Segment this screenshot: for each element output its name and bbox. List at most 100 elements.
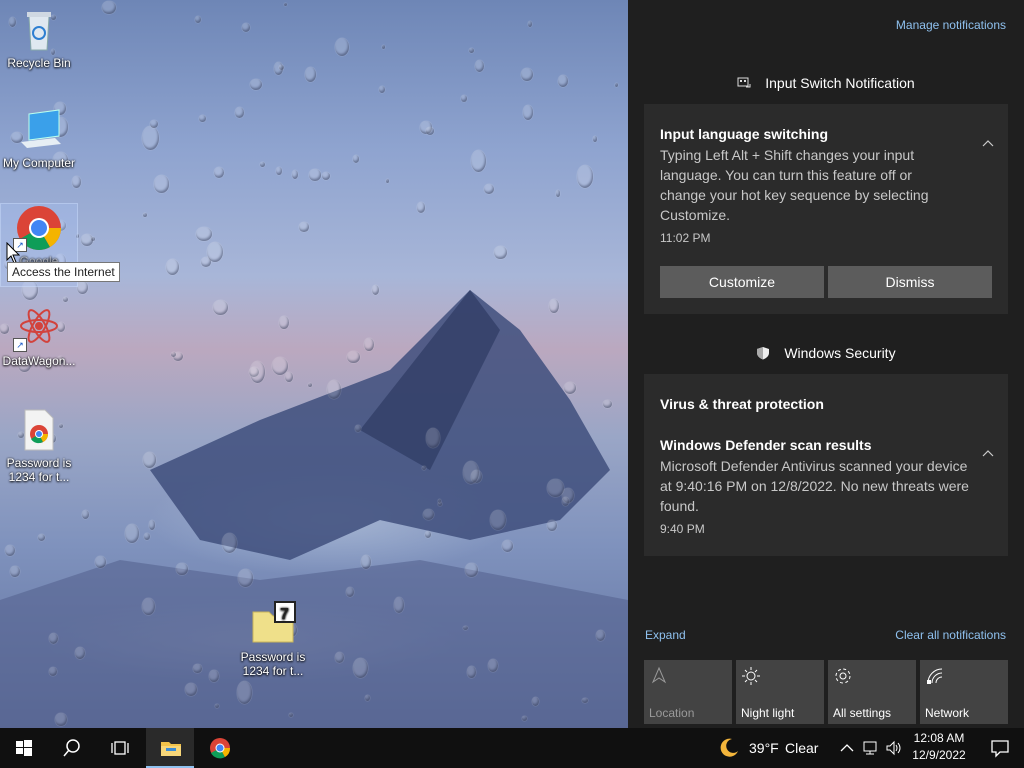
- raindrop: [63, 297, 68, 303]
- expand-link[interactable]: Expand: [645, 628, 686, 642]
- raindrop: [285, 371, 293, 383]
- raindrop: [142, 452, 156, 468]
- gear-icon: [835, 668, 851, 684]
- volume-icon[interactable]: [885, 740, 903, 756]
- recycle-bin-desktop-icon[interactable]: Recycle Bin: [1, 6, 77, 70]
- action-center-panel: Manage notifications Input Switch Notifi…: [628, 0, 1024, 728]
- windows-security-notification-card[interactable]: Virus & threat protection Windows Defend…: [644, 374, 1008, 556]
- raindrop: [55, 713, 67, 727]
- notification-group-title: Input Switch Notification: [628, 75, 1024, 91]
- group-title-text: Input Switch Notification: [765, 75, 915, 91]
- desktop-icon-label: Password is 1234 for t...: [240, 650, 306, 678]
- raindrop: [502, 540, 514, 552]
- chevron-up-icon[interactable]: [982, 138, 994, 150]
- network-tray-icon[interactable]: [862, 740, 880, 756]
- raindrop: [124, 524, 139, 543]
- raindrop: [426, 127, 434, 135]
- weather-condition: Clear: [785, 740, 819, 756]
- quick-action-all-settings[interactable]: All settings: [828, 660, 916, 724]
- quick-action-location[interactable]: Location: [644, 660, 732, 724]
- raindrop: [462, 625, 468, 630]
- raindrop: [522, 104, 534, 120]
- customize-button[interactable]: Customize: [660, 266, 824, 298]
- computer-icon: [15, 106, 63, 154]
- moon-icon: [720, 738, 738, 757]
- quick-action-network[interactable]: Network: [920, 660, 1008, 724]
- raindrop: [334, 652, 344, 663]
- raindrop: [221, 532, 237, 553]
- raindrop: [273, 62, 283, 76]
- raindrop: [198, 114, 206, 123]
- svg-text:7: 7: [280, 606, 289, 623]
- raindrop: [474, 60, 484, 73]
- raindrop: [141, 126, 159, 151]
- raindrop: [469, 48, 474, 54]
- password-html-desktop-icon[interactable]: Password is 1234 for t...: [1, 406, 77, 484]
- file-explorer-taskbar-button[interactable]: [146, 728, 194, 768]
- datawagon-icon: ↗: [13, 304, 63, 352]
- shield-icon: [757, 347, 770, 360]
- task-view-button[interactable]: [96, 728, 144, 768]
- datawagon-desktop-icon[interactable]: ↗ DataWagon...: [1, 304, 77, 368]
- start-icon: [16, 740, 32, 756]
- notification-header: Virus & threat protection: [660, 396, 824, 412]
- raindrop: [170, 351, 176, 357]
- file-explorer-icon: [161, 742, 181, 756]
- raindrop: [355, 424, 361, 433]
- clock[interactable]: 12:08 AM 12/9/2022: [908, 728, 970, 768]
- raindrop: [347, 350, 360, 364]
- raindrop: [371, 284, 379, 296]
- raindrop: [74, 647, 85, 660]
- quick-action-label: All settings: [833, 706, 892, 720]
- taskbar: 39°F Clear 12:08 AM 12/9/2022: [0, 728, 1024, 768]
- raindrop: [592, 136, 598, 142]
- raindrop: [304, 67, 316, 82]
- my-computer-desktop-icon[interactable]: My Computer: [1, 106, 77, 170]
- raindrop: [463, 461, 480, 484]
- desktop-wallpaper: Recycle Bin My Computer ↗ Google Chrome …: [0, 0, 628, 728]
- raindrop: [49, 666, 58, 676]
- raindrop: [381, 45, 385, 49]
- quick-action-label: Network: [925, 706, 970, 720]
- raindrop: [549, 299, 559, 314]
- dismiss-button[interactable]: Dismiss: [828, 266, 992, 298]
- weather-widget[interactable]: 39°F Clear: [716, 728, 826, 768]
- raindrop: [148, 520, 156, 530]
- raindrop: [558, 75, 568, 88]
- quick-action-night-light[interactable]: Night light: [736, 660, 824, 724]
- raindrop: [471, 150, 486, 173]
- notification-title: Input language switching: [660, 126, 828, 142]
- raindrop: [144, 532, 150, 540]
- raindrop: [279, 316, 289, 330]
- search-button[interactable]: [48, 728, 96, 768]
- mouse-cursor-icon: [6, 242, 20, 264]
- location-icon: [651, 666, 667, 684]
- raindrop: [364, 337, 374, 352]
- tooltip: Access the Internet: [7, 262, 120, 282]
- raindrop: [484, 183, 494, 194]
- task-view-icon: [111, 741, 129, 755]
- input-switch-notification-card[interactable]: Input language switching Typing Left Alt…: [644, 104, 1008, 314]
- clear-all-notifications-link[interactable]: Clear all notifications: [895, 628, 1006, 642]
- notification-icon: [991, 740, 1009, 758]
- chrome-taskbar-button[interactable]: [196, 728, 244, 768]
- raindrop: [215, 703, 219, 708]
- password-7z-desktop-icon[interactable]: 7 Password is 1234 for t...: [235, 600, 311, 678]
- raindrop: [48, 632, 58, 644]
- raindrop: [386, 178, 390, 184]
- action-center-button[interactable]: [976, 728, 1024, 768]
- raindrop: [299, 222, 309, 232]
- raindrop: [364, 694, 370, 702]
- chevron-up-icon[interactable]: [840, 741, 854, 755]
- desktop-icon-label: Recycle Bin: [7, 56, 71, 70]
- chevron-up-icon[interactable]: [982, 448, 994, 460]
- desktop-icon-label: My Computer: [2, 156, 76, 170]
- raindrop: [142, 597, 155, 616]
- raindrop: [95, 556, 106, 569]
- raindrop: [10, 566, 20, 578]
- desktop-icon-label: Password is 1234 for t...: [6, 456, 72, 484]
- raindrop: [494, 245, 507, 260]
- raindrop: [595, 629, 605, 642]
- manage-notifications-link[interactable]: Manage notifications: [896, 18, 1006, 32]
- start-button[interactable]: [0, 728, 48, 768]
